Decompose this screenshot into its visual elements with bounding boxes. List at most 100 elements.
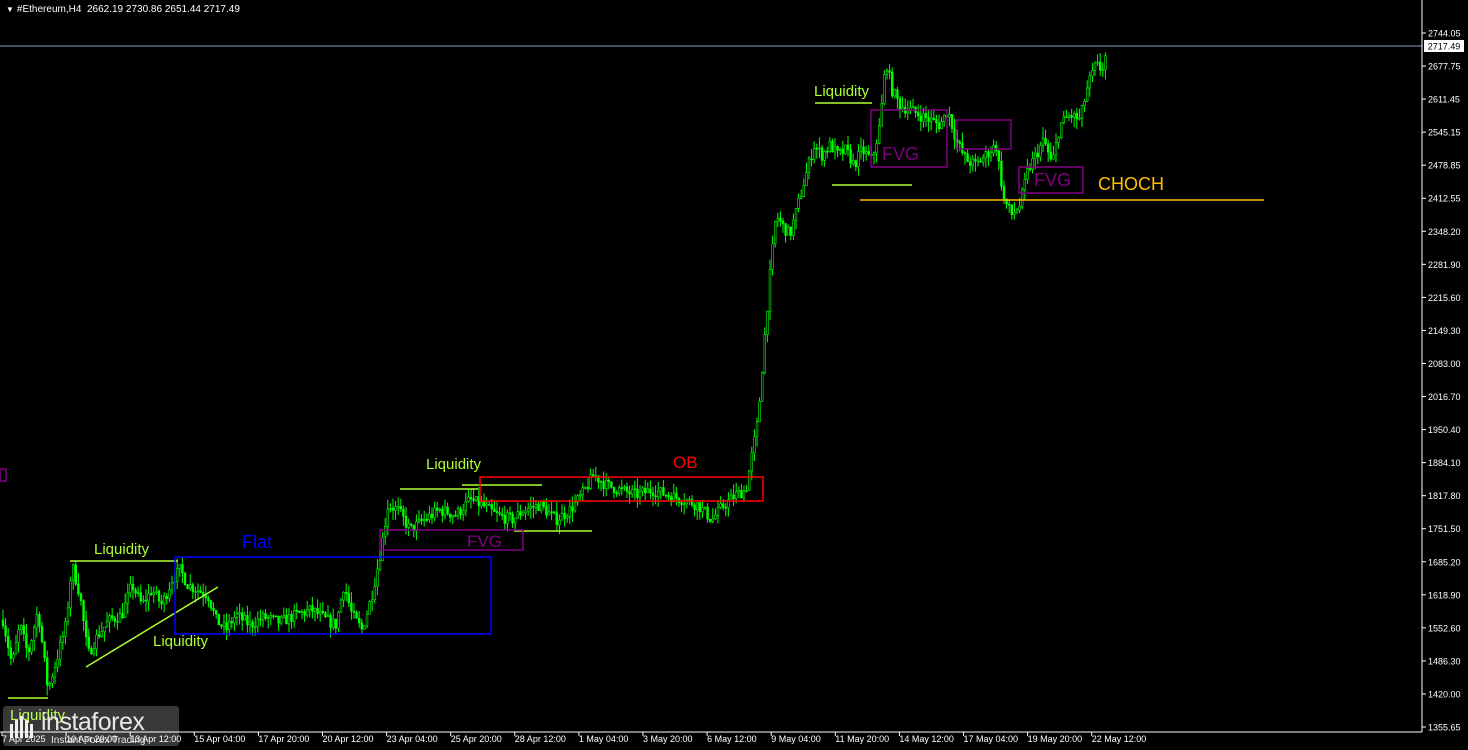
- logo-fan-icon: [10, 716, 33, 738]
- candle-body: [1104, 55, 1107, 70]
- x-tick-label: 11 May 20:00: [835, 734, 889, 744]
- candle-body: [266, 617, 270, 619]
- candle-body: [695, 502, 699, 510]
- fvg-label-2: FVG: [882, 144, 919, 164]
- candle-body: [755, 421, 759, 437]
- y-tick-label: 2016.70: [1428, 392, 1461, 402]
- candle-body: [279, 616, 283, 624]
- candle-body: [147, 593, 150, 602]
- candle-body: [591, 474, 595, 477]
- candle-body: [409, 523, 413, 526]
- candle-body: [750, 452, 754, 472]
- candle-body: [893, 89, 897, 97]
- candle-body: [186, 584, 189, 590]
- candle-body: [6, 636, 10, 649]
- candle-body: [433, 507, 436, 519]
- candle-body: [706, 506, 709, 520]
- candle-body: [155, 590, 158, 593]
- candle-body: [1039, 145, 1042, 158]
- candle-body: [74, 564, 78, 585]
- candle-body: [898, 98, 902, 110]
- candle-body: [459, 508, 462, 515]
- candle-body: [376, 568, 379, 587]
- x-tick-label: 1 May 04:00: [579, 734, 629, 744]
- candle-body: [1041, 137, 1045, 146]
- candle-body: [776, 217, 780, 222]
- candle-body: [1047, 143, 1050, 153]
- candle-body: [22, 625, 25, 635]
- menu-triangle-icon[interactable]: ▼: [6, 5, 14, 14]
- y-tick-label: 1884.10: [1428, 458, 1461, 468]
- symbol-label: #Ethereum,H4: [16, 4, 82, 15]
- candle-body: [347, 593, 350, 604]
- candle-body: [513, 517, 517, 524]
- candle-body: [189, 584, 192, 590]
- candle-body: [880, 103, 884, 127]
- ohlc-values: 2662.19 2730.86 2651.44 2717.49: [86, 4, 240, 15]
- x-tick-label: 17 Apr 20:00: [258, 734, 309, 744]
- y-tick-label: 2545.15: [1428, 128, 1461, 138]
- candle-body: [35, 614, 39, 629]
- x-tick-label: 15 Apr 04:00: [194, 734, 245, 744]
- candle-body: [651, 492, 655, 497]
- candle-body: [131, 583, 135, 591]
- candle-body: [797, 197, 800, 209]
- candle-body: [604, 479, 608, 489]
- candle-body: [246, 615, 249, 626]
- candle-body: [422, 519, 426, 522]
- y-tick-label: 2412.55: [1428, 194, 1461, 204]
- candle-body: [53, 667, 57, 678]
- candle-body: [864, 151, 868, 154]
- candle-body: [948, 114, 951, 118]
- candle-body: [558, 519, 561, 526]
- candle-body: [807, 158, 811, 174]
- candle-body: [111, 615, 114, 619]
- candle-body: [831, 140, 834, 153]
- candle-body: [230, 621, 233, 624]
- candle-body: [365, 613, 369, 627]
- candle-body: [12, 653, 15, 659]
- candle-body: [846, 144, 850, 150]
- candle-body: [539, 501, 543, 511]
- candle-body: [14, 642, 18, 655]
- candle-body: [183, 572, 187, 586]
- candle-body: [534, 504, 538, 508]
- candle-body: [742, 490, 746, 499]
- candle-body: [885, 70, 889, 75]
- candle-body: [675, 492, 678, 499]
- candle-body: [40, 626, 44, 643]
- candle-body: [578, 494, 582, 497]
- candle-body: [617, 487, 621, 494]
- fvg-label-3: FVG: [1034, 170, 1071, 190]
- candle-body: [207, 597, 210, 601]
- candle-body: [324, 612, 327, 618]
- y-tick-label: 1355.65: [1428, 723, 1461, 733]
- chart-header: ▼ #Ethereum,H4 2662.19 2730.86 2651.44 27…: [6, 4, 240, 15]
- candle-body: [467, 496, 470, 502]
- candle-body: [1088, 75, 1092, 89]
- candle-body: [833, 145, 837, 153]
- x-tick-label: 9 May 04:00: [771, 734, 821, 744]
- candle-body: [1099, 61, 1102, 71]
- candle-body: [461, 510, 465, 515]
- candle-body: [932, 117, 936, 120]
- candle-body: [454, 515, 457, 517]
- candle-body: [828, 140, 832, 152]
- candle-body: [1023, 179, 1027, 190]
- candle-body: [469, 496, 473, 500]
- candle-body: [563, 512, 566, 519]
- candle-body: [981, 157, 985, 163]
- candle-body: [487, 504, 491, 506]
- candle-body: [1013, 212, 1016, 215]
- candle-body: [511, 513, 514, 524]
- price-chart[interactable]: Liquidity Liquidity Liquidity Liquidity …: [0, 0, 1468, 750]
- candle-body: [615, 492, 618, 494]
- candle-body: [391, 507, 395, 511]
- y-tick-label: 2215.60: [1428, 293, 1461, 303]
- candle-body: [768, 269, 772, 312]
- candle-body: [311, 605, 314, 612]
- candle-body: [602, 481, 605, 489]
- candle-body: [760, 372, 764, 402]
- liquidity-label-3: Liquidity: [426, 456, 482, 473]
- candle-body: [386, 508, 389, 527]
